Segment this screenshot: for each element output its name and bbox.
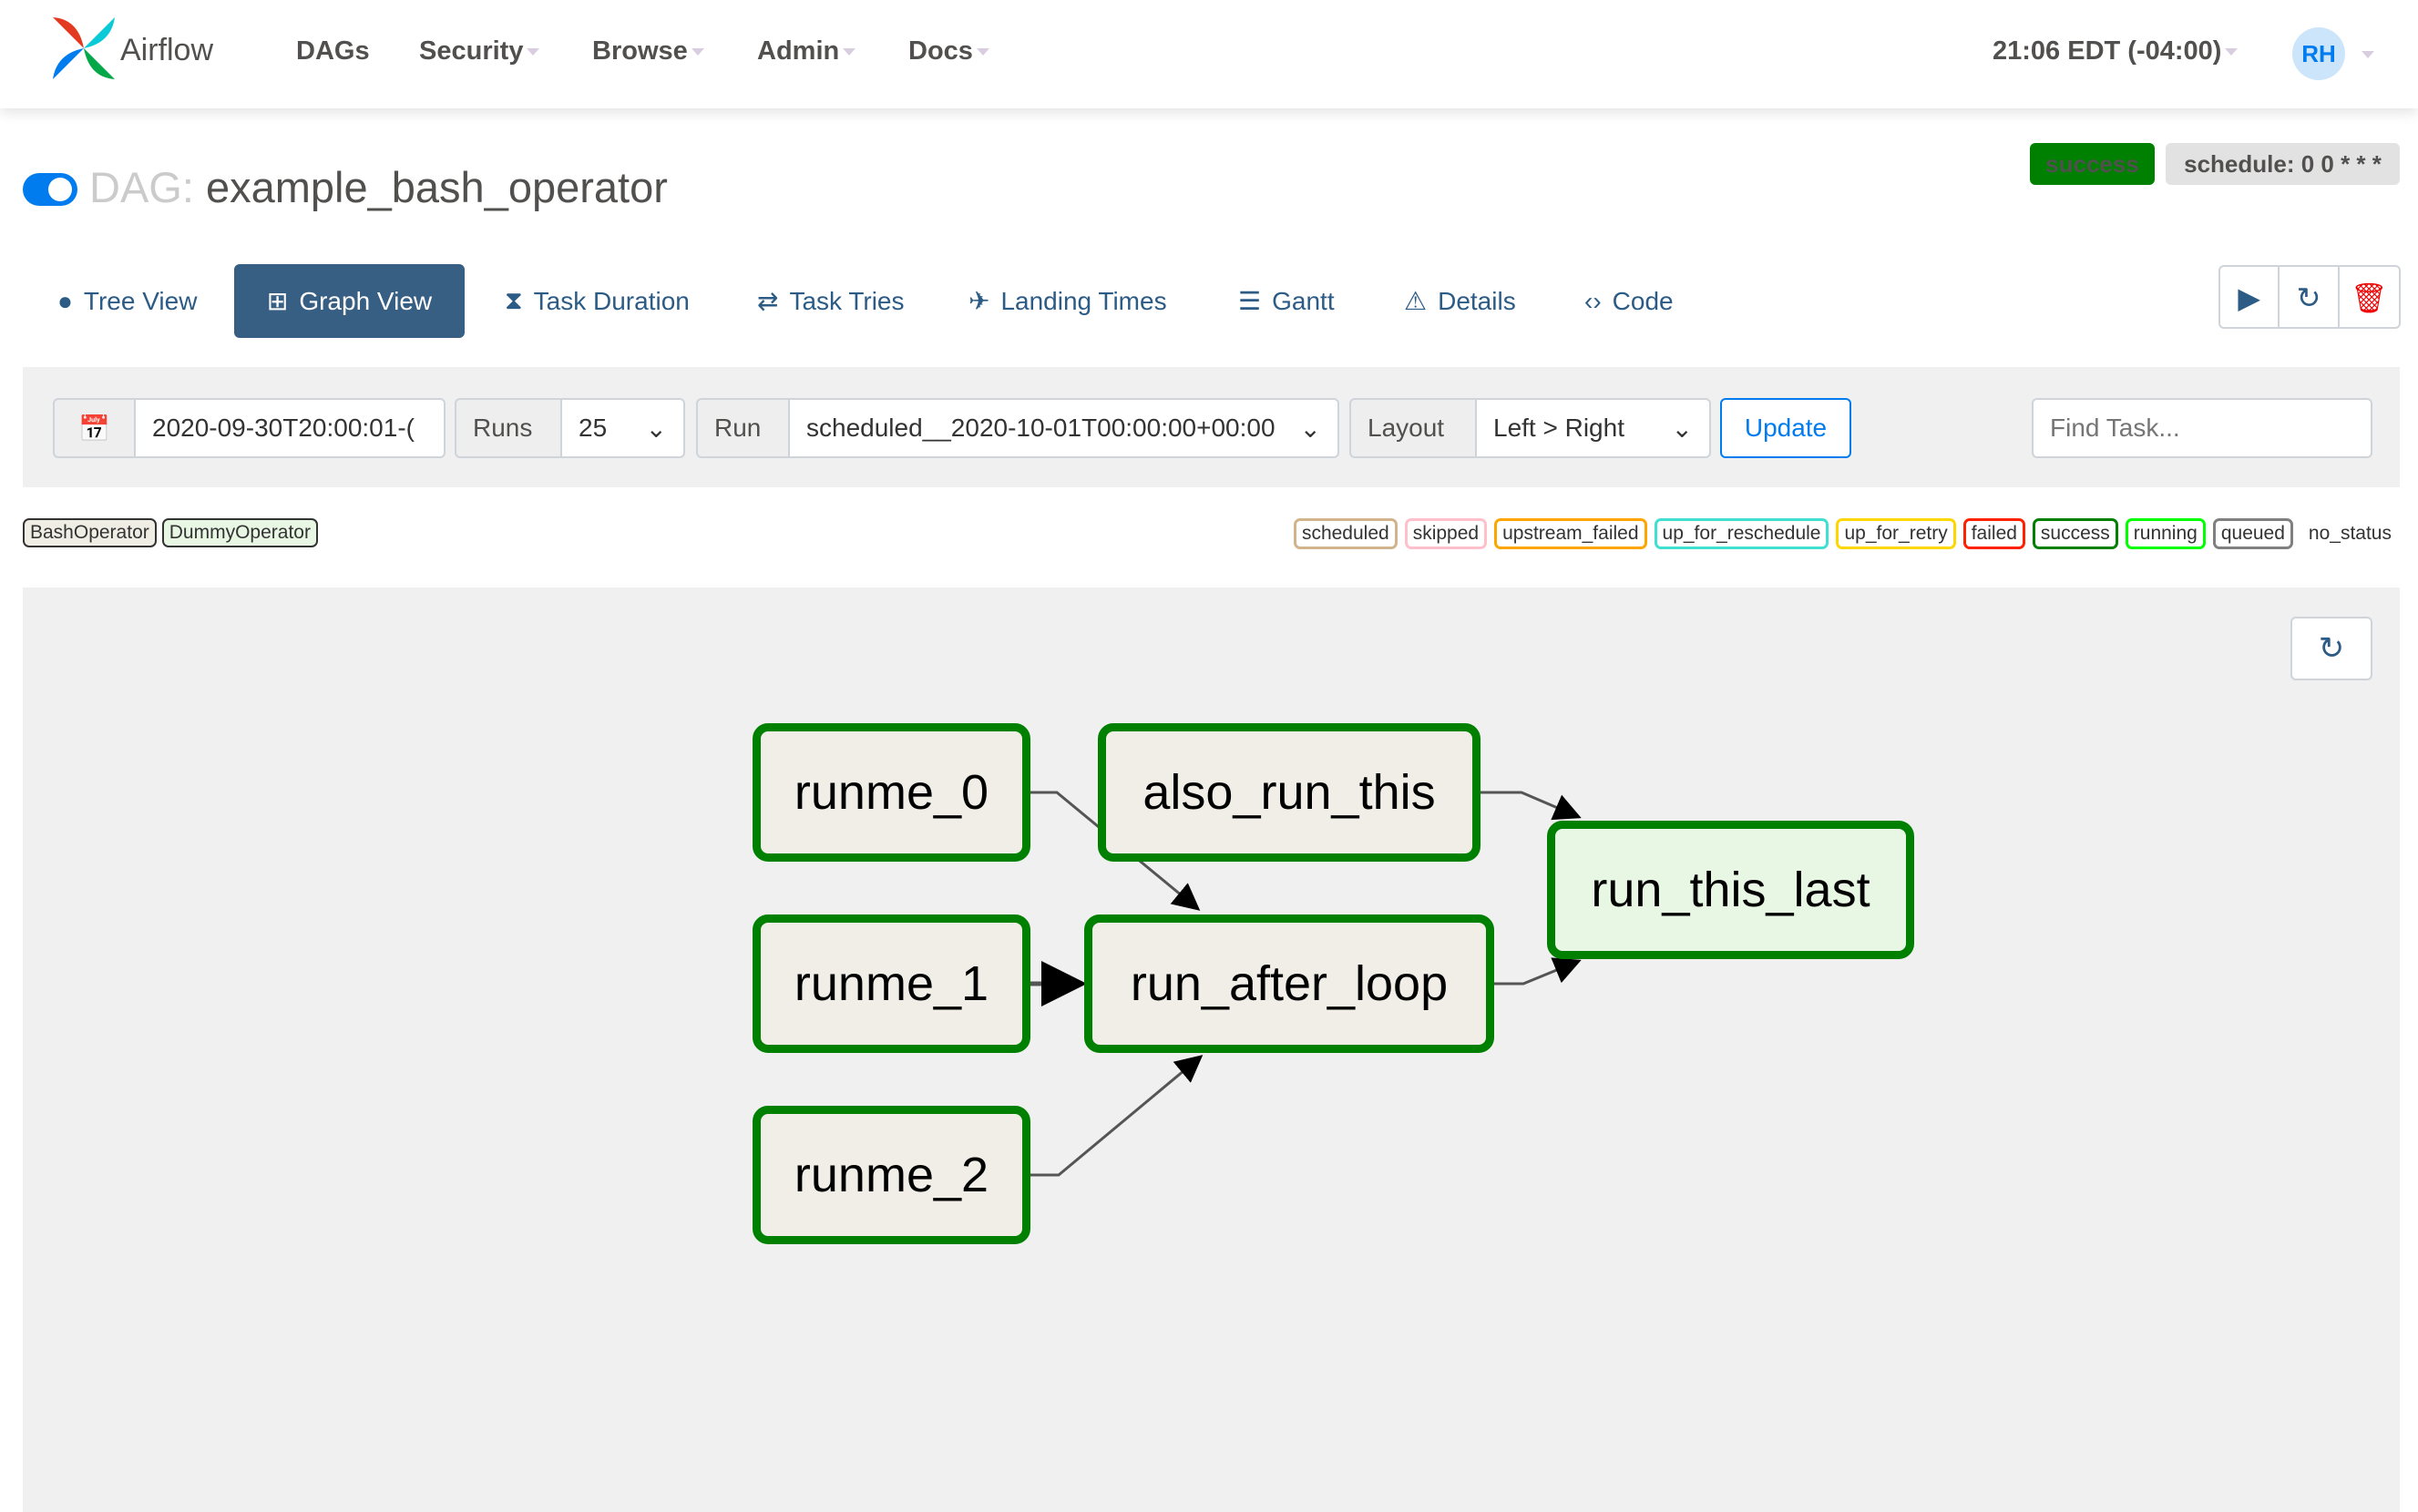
task-node-runme-0[interactable]: runme_0 [753,723,1030,862]
task-node-run-after-loop[interactable]: run_after_loop [1084,914,1494,1053]
nav-security-label: Security [419,36,524,66]
nav-security[interactable]: Security [419,36,540,66]
nav-docs-label: Docs [908,36,973,66]
brand-name[interactable]: Airflow [120,33,213,68]
timezone-menu[interactable]: 21:06 EDT (-04:00) [1993,36,2239,66]
caret-down-icon[interactable] [2362,51,2374,58]
caret-down-icon [527,48,540,56]
nav-dags[interactable]: DAGs [296,36,370,66]
nav-docs[interactable]: Docs [908,36,989,66]
nav-browse-label: Browse [592,36,688,66]
caret-down-icon [2225,48,2239,56]
task-node-run-this-last[interactable]: run_this_last [1547,821,1914,959]
user-avatar[interactable]: RH [2292,27,2345,80]
edge-run-after-loop-run-this-last [1494,957,1582,986]
caret-down-icon [843,48,856,56]
edge-runme-2-run-after-loop [1030,1055,1204,1177]
task-node-runme-1[interactable]: runme_1 [753,914,1030,1053]
nav-admin-label: Admin [757,36,840,66]
edge-also-run-this-run-this-last [1481,791,1582,821]
nav-admin[interactable]: Admin [757,36,856,66]
nav-browse[interactable]: Browse [592,36,704,66]
navbar: Airflow DAGs Security Browse Admin Docs … [0,0,2418,108]
task-node-also-run-this[interactable]: also_run_this [1098,723,1481,862]
airflow-logo-icon[interactable] [51,15,117,81]
caret-down-icon [691,48,704,56]
task-node-runme-2[interactable]: runme_2 [753,1106,1030,1244]
clock-time: 21:06 EDT (-04:00) [1993,36,2222,66]
caret-down-icon [976,48,989,56]
